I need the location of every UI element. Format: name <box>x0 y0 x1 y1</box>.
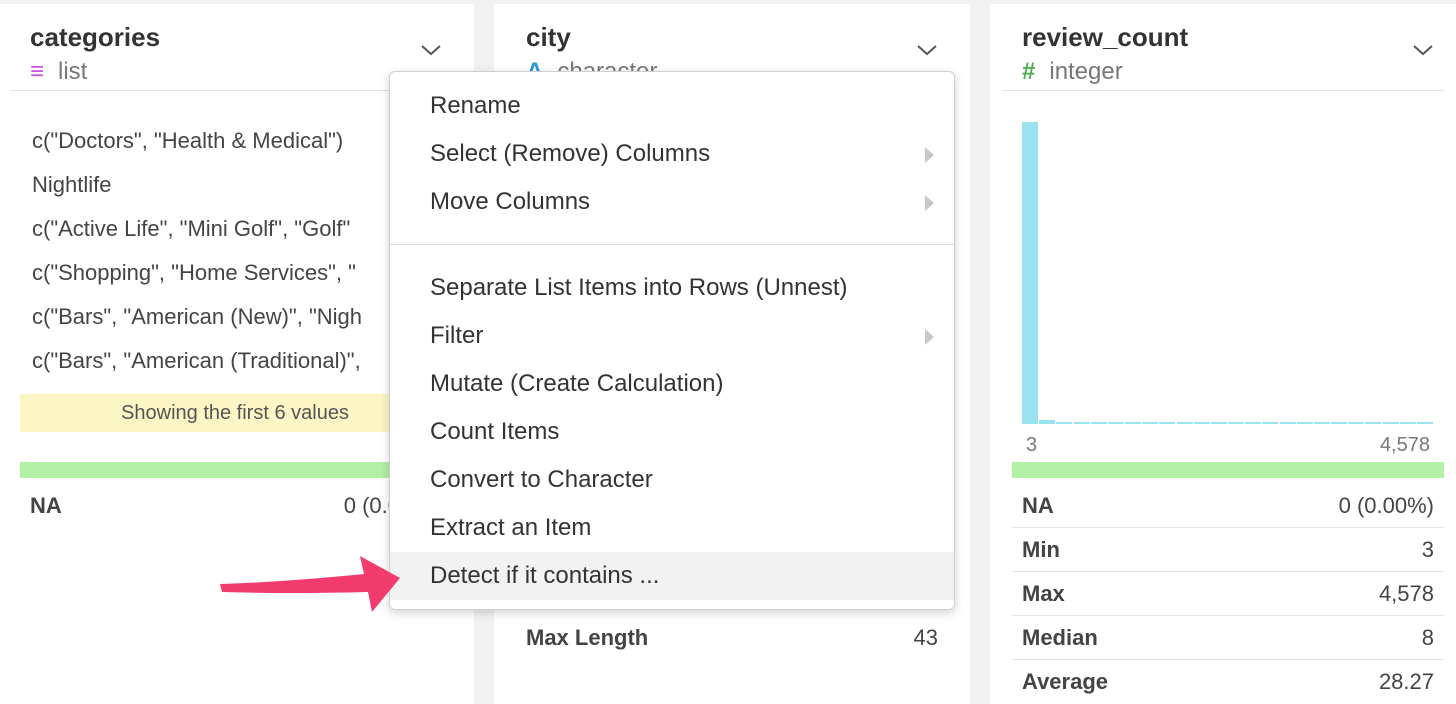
column-type-label: integer <box>1049 58 1123 85</box>
menu-item-label: Select (Remove) Columns <box>430 140 711 167</box>
stat-value: 0 (0.00%) <box>1338 493 1434 518</box>
menu-item-move-columns[interactable]: Move Columns <box>390 178 954 226</box>
histogram-bar[interactable] <box>1382 422 1399 424</box>
histogram-bar[interactable] <box>1399 422 1416 424</box>
histogram-bar[interactable] <box>1365 422 1382 424</box>
menu-item-filter[interactable]: Filter <box>390 312 954 360</box>
chevron-down-icon[interactable] <box>1412 44 1434 56</box>
histogram-bar[interactable] <box>1331 422 1348 424</box>
histogram-bar[interactable] <box>1073 422 1090 424</box>
histogram-bar[interactable] <box>1279 422 1296 424</box>
histogram-bar[interactable] <box>1176 422 1193 424</box>
stat-value: 43 <box>913 625 938 650</box>
histogram-bar[interactable] <box>1210 422 1227 424</box>
menu-item-label: Mutate (Create Calculation) <box>430 370 724 397</box>
histogram-bar[interactable] <box>1159 422 1176 424</box>
histogram-bar[interactable] <box>1039 420 1056 424</box>
chevron-down-icon[interactable] <box>420 44 442 56</box>
stat-label: NA <box>1022 493 1054 518</box>
stat-label: Median <box>1022 625 1098 650</box>
menu-item-rename[interactable]: Rename <box>390 82 954 130</box>
menu-item-label: Extract an Item <box>430 514 592 541</box>
histogram-bar[interactable] <box>1313 422 1330 424</box>
menu-item-label: Rename <box>430 92 521 119</box>
stat-row-min: Min 3 <box>1022 528 1434 572</box>
histogram-bar[interactable] <box>1228 422 1245 424</box>
histogram-bar[interactable] <box>1193 422 1210 424</box>
header-divider <box>1002 90 1444 91</box>
showing-values-note: Showing the first 6 values <box>20 394 450 432</box>
pointer-arrow-icon <box>220 556 400 612</box>
histogram-max-label: 4,578 <box>1379 434 1430 456</box>
menu-item-detect-if-contains[interactable]: Detect if it contains ... <box>390 552 954 600</box>
stat-value: 3 <box>1421 537 1434 562</box>
stat-value: 28.27 <box>1378 669 1434 694</box>
stat-row-median: Median 8 <box>1022 616 1434 660</box>
histogram-bar[interactable] <box>1262 422 1279 424</box>
stat-row-max: Max 4,578 <box>1022 572 1434 616</box>
histogram-bar[interactable] <box>1142 422 1159 424</box>
stat-label: Min <box>1022 537 1060 562</box>
list-item: c("Shopping", "Home Services", " <box>32 260 356 285</box>
stat-value: 4,578 <box>1378 581 1434 606</box>
histogram-bar[interactable] <box>1056 422 1073 424</box>
submenu-arrow-icon <box>925 147 934 163</box>
stat-value: 8 <box>1421 625 1434 650</box>
menu-item-unnest[interactable]: Separate List Items into Rows (Unnest) <box>390 264 954 312</box>
na-ratio-bar <box>1012 462 1444 478</box>
menu-item-label: Separate List Items into Rows (Unnest) <box>430 274 848 301</box>
chevron-down-icon[interactable] <box>916 44 938 56</box>
list-item: Nightlife <box>32 172 112 197</box>
column-title: categories <box>30 22 161 52</box>
histogram-bar[interactable] <box>1090 422 1107 424</box>
stat-row-average: Average 28.27 <box>1022 660 1434 704</box>
list-item: c("Active Life", "Mini Golf", "Golf" <box>32 216 351 241</box>
stat-row-na: NA 0 (0.0 <box>30 484 400 528</box>
submenu-arrow-icon <box>925 329 934 345</box>
histogram-bar[interactable] <box>1125 422 1142 424</box>
menu-item-label: Convert to Character <box>430 466 653 493</box>
histogram-bar[interactable] <box>1348 422 1365 424</box>
column-card-review-count: review_count # integer 3 4,578 NA 0 (0.0… <box>990 4 1456 704</box>
stat-label: Max Length <box>526 625 649 650</box>
list-type-icon: ≡ <box>30 58 45 85</box>
menu-divider <box>390 244 954 245</box>
menu-item-label: Move Columns <box>430 188 591 215</box>
submenu-arrow-icon <box>925 195 934 211</box>
menu-item-label: Filter <box>430 322 484 349</box>
column-title: review_count <box>1022 22 1189 52</box>
stat-label: Max <box>1022 581 1065 606</box>
stat-label: NA <box>30 493 62 518</box>
histogram-bar[interactable] <box>1296 422 1313 424</box>
histogram-min-label: 3 <box>1026 434 1038 456</box>
histogram-bar[interactable] <box>1107 422 1124 424</box>
menu-item-mutate[interactable]: Mutate (Create Calculation) <box>390 360 954 408</box>
menu-item-label: Count Items <box>430 418 560 445</box>
histogram-bar[interactable] <box>1022 122 1039 424</box>
stat-row-max-length: Max Length 43 <box>526 616 938 660</box>
menu-item-extract-an-item[interactable]: Extract an Item <box>390 504 954 552</box>
column-type-label: list <box>58 58 88 85</box>
integer-type-icon: # <box>1022 58 1036 85</box>
menu-item-select-remove-columns[interactable]: Select (Remove) Columns <box>390 130 954 178</box>
stat-label: Average <box>1022 669 1109 694</box>
menu-item-count-items[interactable]: Count Items <box>390 408 954 456</box>
column-context-menu: Rename Select (Remove) Columns Move Colu… <box>389 71 955 610</box>
histogram-bar[interactable] <box>1416 422 1433 424</box>
column-title: city <box>526 22 571 52</box>
stat-row-na: NA 0 (0.00%) <box>1022 484 1434 528</box>
list-item: c("Bars", "American (New)", "Nigh <box>32 304 362 329</box>
list-item: c("Doctors", "Health & Medical") <box>32 128 344 153</box>
list-item: c("Bars", "American (Traditional)", <box>32 348 361 373</box>
column-type: ≡ list <box>30 58 87 86</box>
menu-item-label: Detect if it contains ... <box>430 562 660 589</box>
histogram-bar[interactable] <box>1245 422 1262 424</box>
column-type: # integer <box>1022 58 1123 86</box>
menu-item-convert-to-character[interactable]: Convert to Character <box>390 456 954 504</box>
